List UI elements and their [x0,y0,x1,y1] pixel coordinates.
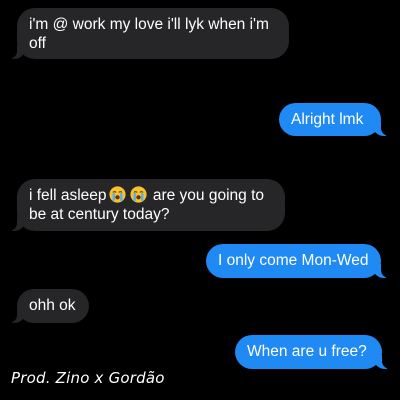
outgoing-message-bubble[interactable]: When are u free? [235,335,392,369]
message-thread: i'm @ work my love i'll lyk when i'm off… [0,0,400,400]
incoming-message-bubble[interactable]: i fell asleep are you going to be at cen… [7,179,285,231]
producer-credit-watermark: Prod. Zino x Gordão [11,369,165,387]
message-text: I only come Mon-Wed [218,252,369,269]
message-text: i'm @ work my love i'll lyk when i'm off [29,16,269,52]
outgoing-message-bubble[interactable]: I only come Mon-Wed [206,244,391,278]
loudly-crying-face-icon [108,186,126,203]
message-text: ohh ok [29,297,76,314]
loudly-crying-face-icon [129,186,147,203]
outgoing-message-bubble[interactable]: Alright lmk [279,103,391,136]
message-text: Alright lmk [291,111,364,128]
incoming-message-bubble[interactable]: ohh ok [7,289,89,323]
message-text: i fell asleep [29,187,107,204]
message-text: When are u free? [247,343,367,360]
incoming-message-bubble[interactable]: i'm @ work my love i'll lyk when i'm off [7,8,289,59]
